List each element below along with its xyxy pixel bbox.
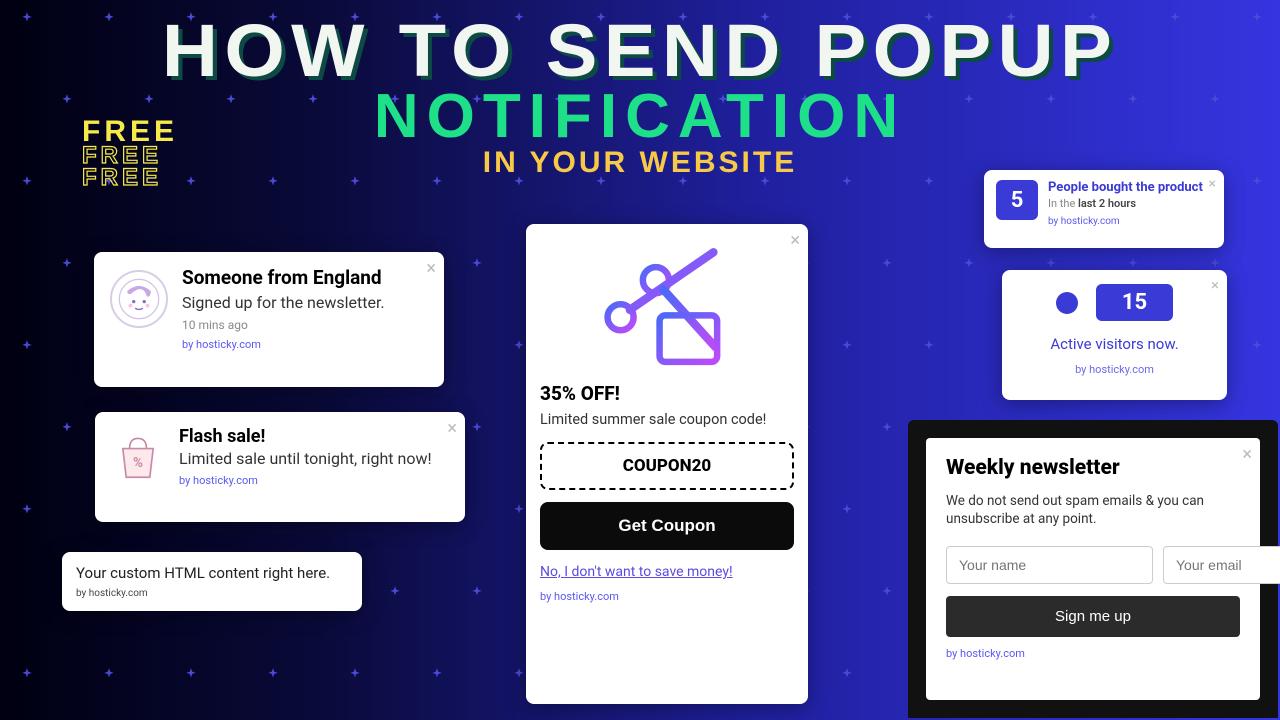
byline: by hosticky.com	[1018, 363, 1211, 376]
newsletter-subtitle: We do not send out spam emails & you can…	[946, 492, 1240, 528]
newsletter-popup[interactable]: × Weekly newsletter We do not send out s…	[908, 420, 1278, 718]
coupon-title: 35% OFF!	[540, 382, 794, 405]
avatar-icon	[110, 270, 168, 328]
free-badge: FREE FREE FREE	[82, 118, 178, 188]
close-icon[interactable]: ×	[426, 258, 436, 279]
notification-flash-sale[interactable]: × % Flash sale! Limited sale until tonig…	[95, 412, 465, 522]
byline: by hosticky.com	[179, 474, 432, 487]
name-input[interactable]	[946, 546, 1153, 584]
notification-subtitle: In the last 2 hours	[1048, 197, 1203, 210]
close-icon[interactable]: ×	[447, 418, 457, 439]
byline: by hosticky.com	[540, 590, 794, 603]
coupon-code[interactable]: COUPON20	[540, 442, 794, 490]
decline-link[interactable]: No, I don't want to save money!	[540, 564, 794, 580]
close-icon[interactable]: ×	[1211, 276, 1219, 294]
visitor-count: 15	[1096, 284, 1173, 321]
notification-subtitle: Limited sale until tonight, right now!	[179, 449, 432, 468]
scissors-icon	[540, 238, 794, 378]
notification-active-visitors[interactable]: × 15 Active visitors now. by hosticky.co…	[1002, 270, 1227, 400]
byline: by hosticky.com	[76, 588, 348, 599]
newsletter-title: Weekly newsletter	[946, 456, 1240, 480]
byline: by hosticky.com	[1048, 216, 1203, 227]
coupon-popup[interactable]: × 35% OFF! Limited summer sale coupon co…	[526, 224, 808, 704]
get-coupon-button[interactable]: Get Coupon	[540, 502, 794, 550]
byline: by hosticky.com	[182, 338, 385, 351]
byline: by hosticky.com	[946, 647, 1240, 660]
email-input[interactable]	[1163, 546, 1280, 584]
notification-subtitle: Signed up for the newsletter.	[182, 293, 385, 312]
close-icon[interactable]: ×	[1209, 176, 1216, 192]
svg-text:%: %	[133, 455, 143, 471]
active-visitors-label: Active visitors now.	[1018, 335, 1211, 353]
headline-line-1: HOW TO SEND POPUP	[0, 8, 1280, 93]
coupon-subtitle: Limited summer sale coupon code!	[540, 411, 794, 428]
notification-purchase-count[interactable]: × 5 People bought the product In the las…	[984, 170, 1224, 248]
shopping-bag-icon: %	[111, 430, 165, 484]
notification-title: Someone from England	[182, 266, 385, 289]
custom-html-body: Your custom HTML content right here.	[76, 564, 348, 582]
headline: HOW TO SEND POPUP NOTIFICATION IN YOUR W…	[0, 8, 1280, 180]
notification-signup[interactable]: × Someone from England Signed up for the…	[94, 252, 444, 387]
close-icon[interactable]: ×	[790, 230, 800, 251]
notification-title: People bought the product	[1048, 180, 1203, 195]
notification-title: Flash sale!	[179, 426, 432, 447]
notification-time: 10 mins ago	[182, 318, 385, 332]
purchase-count: 5	[996, 180, 1038, 220]
signup-button[interactable]: Sign me up	[946, 596, 1240, 637]
close-icon[interactable]: ×	[1242, 444, 1252, 465]
notification-custom-html[interactable]: Your custom HTML content right here. by …	[62, 552, 362, 611]
status-dot-icon	[1056, 292, 1078, 314]
